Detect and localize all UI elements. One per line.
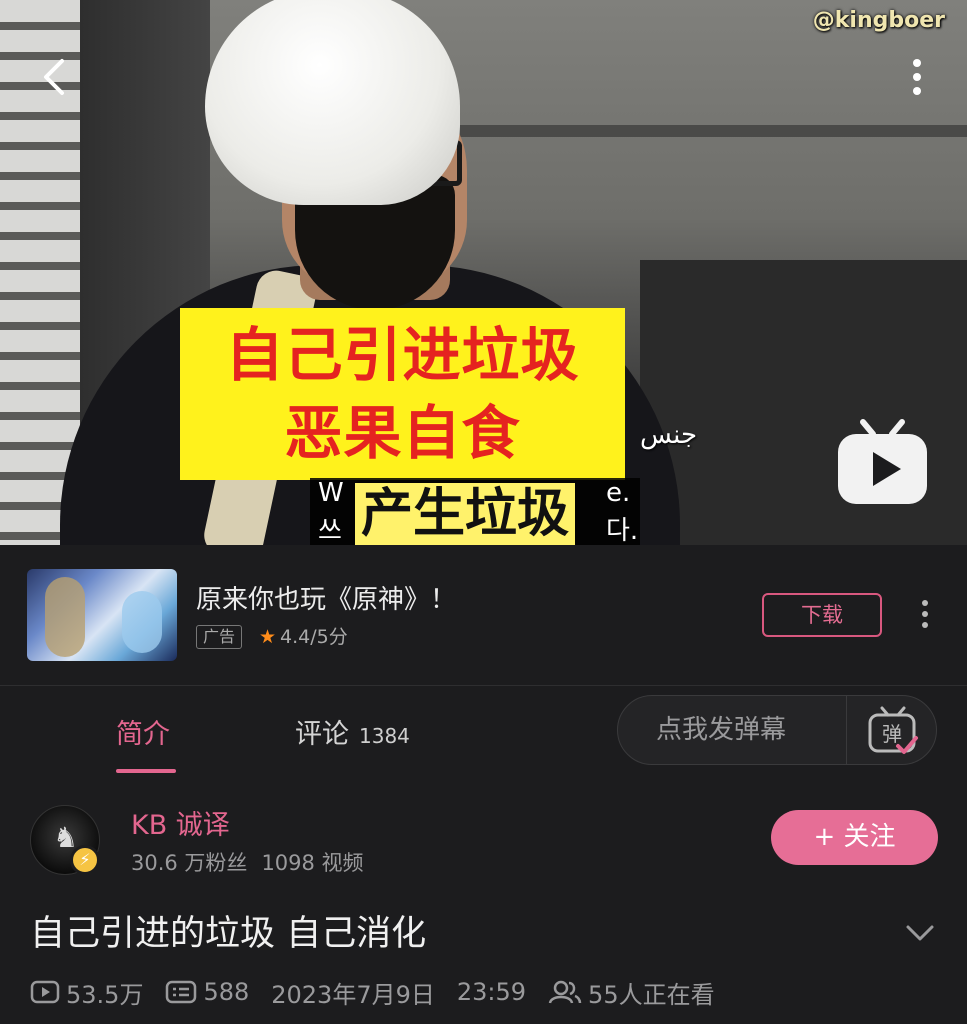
video-title: 自己引进的垃圾 自己消化 <box>30 914 427 954</box>
tab-comments[interactable]: 评论 1384 <box>295 712 410 751</box>
more-vertical-icon <box>907 59 927 95</box>
more-vertical-icon <box>915 600 935 628</box>
ad-title[interactable]: 原来你也玩《原神》！ <box>196 579 456 616</box>
ad-rating: ★ 4.4/5分 <box>259 625 348 649</box>
danmaku-input[interactable]: 点我发弹幕 <box>656 696 786 764</box>
back-arrow-icon <box>44 59 64 95</box>
ad-download-button[interactable]: 下载 <box>762 593 882 637</box>
danmaku-count-value: 588 <box>203 978 250 1006</box>
lightning-verify-icon: ⚡ <box>70 845 100 875</box>
video-player[interactable]: @kingboer 自己引进垃圾 恶果自食 جنس W e. 쓰 다. 产生垃圾 <box>0 0 967 545</box>
expand-description-button[interactable] <box>905 922 935 944</box>
subtitle-fragment: e. <box>606 478 631 508</box>
watching-count: 55人正在看 <box>548 975 715 1010</box>
danmaku-icon-text: 弹 <box>882 722 902 746</box>
back-button[interactable] <box>36 55 76 99</box>
video-meta: 53.5万 588 2023年7月9日 23:59 55人正在看 <box>30 972 737 1012</box>
tab-comments-label: 评论 <box>295 719 349 750</box>
view-count-value: 53.5万 <box>66 980 144 1009</box>
caption-line-1: 自己引进垃圾 <box>225 321 580 389</box>
chevron-down-icon <box>906 925 934 941</box>
danmaku-toggle-icon: 弹 <box>868 706 918 754</box>
watching-people-icon <box>548 980 582 1004</box>
watching-count-value: 55人正在看 <box>588 980 715 1009</box>
ad-more-button[interactable] <box>915 600 935 632</box>
subtitle-fragment: W <box>318 478 344 508</box>
view-count: 53.5万 <box>30 975 143 1010</box>
video-shelf <box>460 125 967 137</box>
publish-time: 23:59 <box>456 978 527 1006</box>
ad-rating-value: 4.4/5分 <box>280 626 348 648</box>
ad-banner[interactable]: 原来你也玩《原神》！ 广告 ★ 4.4/5分 下载 <box>0 545 967 686</box>
video-caption: 自己引进垃圾 恶果自食 <box>180 308 625 480</box>
video-watermark: @kingboer <box>812 8 945 33</box>
uploader-videos: 1098 视频 <box>261 851 364 875</box>
subtitle-fragment: 다. <box>606 516 639 545</box>
subtitle-chinese: 产生垃圾 <box>355 483 576 545</box>
play-button[interactable] <box>835 418 930 506</box>
danmaku-bar: 点我发弹幕 弹 <box>617 695 937 765</box>
tab-intro[interactable]: 简介 <box>116 712 170 751</box>
tab-bar: 简介 评论 1384 点我发弹幕 弹 <box>0 686 967 776</box>
danmaku-count-icon <box>166 980 197 1004</box>
ad-thumbnail[interactable] <box>27 569 177 661</box>
uploader-name[interactable]: KB 诚译 <box>131 803 230 842</box>
star-icon: ★ <box>259 626 277 648</box>
follow-button[interactable]: + 关注 <box>771 810 938 865</box>
subtitle-arabic: جنس <box>640 420 698 450</box>
play-count-icon <box>30 980 60 1004</box>
subtitle-fragment: 쓰 <box>318 516 342 545</box>
more-options-button[interactable] <box>907 55 927 99</box>
uploader-fans: 30.6 万粉丝 <box>131 851 248 875</box>
uploader-stats: 30.6 万粉丝 1098 视频 <box>131 847 364 877</box>
danmaku-toggle-button[interactable]: 弹 <box>866 706 922 756</box>
danmaku-count: 588 <box>165 978 249 1006</box>
active-tab-indicator <box>116 769 176 773</box>
danmaku-divider <box>846 696 847 764</box>
caption-line-2: 恶果自食 <box>284 399 521 467</box>
publish-date: 2023年7月9日 <box>271 980 435 1009</box>
ad-tag: 广告 <box>196 625 243 649</box>
speaker-turban <box>205 0 460 205</box>
comments-count: 1384 <box>359 724 410 748</box>
bilibili-tv-play-icon <box>838 419 927 504</box>
